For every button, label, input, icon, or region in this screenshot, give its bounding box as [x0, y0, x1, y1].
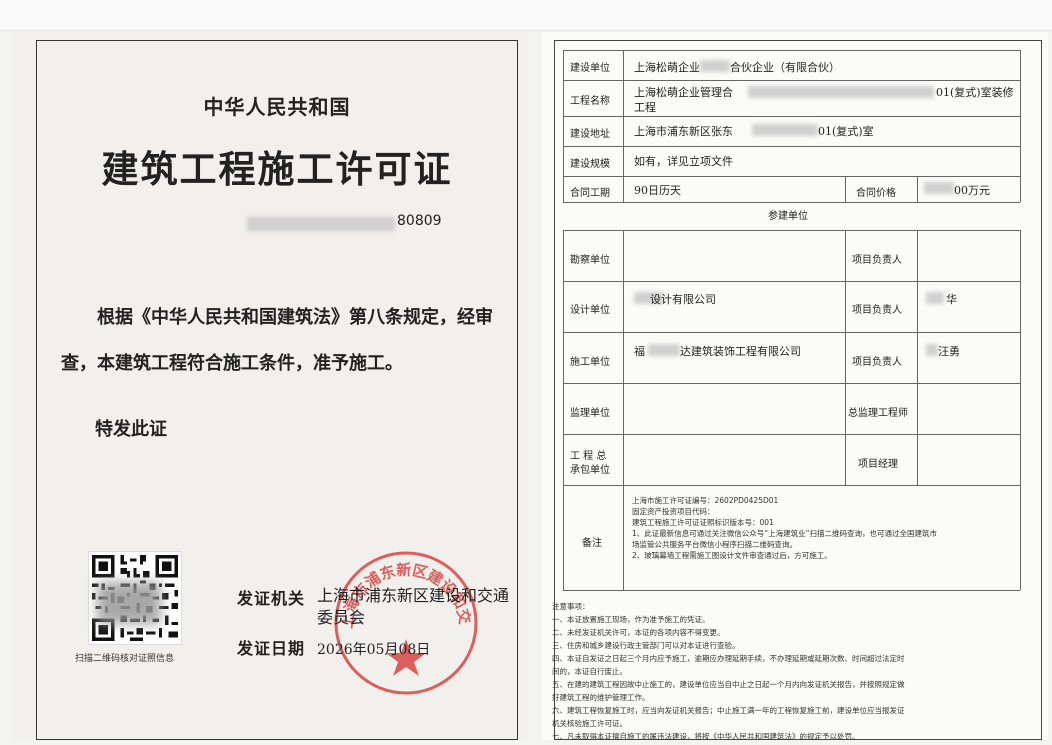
redaction	[924, 182, 954, 194]
build-unit-label: 建设单位	[570, 63, 610, 74]
survey-unit-label: 勘察单位	[570, 255, 610, 266]
project-name-b: 01(复式)室装修	[936, 86, 1014, 99]
notes-line: 间的，本证自行废止。	[552, 667, 627, 676]
issuer-label: 发证机关	[237, 589, 306, 608]
scale-value: 如有，详见立项文件	[634, 155, 733, 168]
survey-resp-label: 项目负责人	[852, 255, 902, 266]
remarks-line: 上海市施工许可证编号：2602PD0425D01	[632, 496, 779, 505]
construct-unit-label: 施工单位	[570, 357, 610, 368]
qr-code[interactable]	[88, 551, 182, 645]
build-unit-value-b: 合伙企业（有限合伙）	[730, 61, 840, 74]
supervise-resp-label: 总监理工程师	[848, 408, 908, 419]
redaction	[648, 344, 680, 356]
notes-line: 三、住房和城乡建设行政主管部门可以对本证进行查验。	[552, 641, 740, 650]
scale-label: 建设规模	[570, 159, 610, 170]
remarks-line: 2、玻璃幕墙工程需施工图设计文件审查通过后，方可施工。	[632, 551, 832, 560]
country-heading: 中华人民共和国	[203, 95, 351, 119]
notes-line: 好建筑工程的维护管理工作。	[552, 693, 650, 702]
redaction	[926, 344, 938, 356]
remarks-line: 1、此证最新信息可通过关注微信公众号“上海建筑业”扫描二维码查询，也可通过全国建…	[632, 529, 938, 538]
price-value: 00万元	[954, 184, 990, 197]
notes-line: 二、未经发证机关许可，本证的各项内容不得变更。	[552, 628, 725, 637]
notes-line: 七、凡未取得本证擅自施工的属违法建设，将按《中华人民共和国建筑法》的规定予以处罚…	[552, 732, 860, 741]
period-label: 合同工期	[570, 188, 610, 199]
design-resp-value: 华	[946, 293, 957, 306]
certificate-front-page: 中华人民共和国 建筑工程施工许可证 80809 根据《中华人民共和国建筑法》第八…	[12, 32, 527, 740]
cert-number-redaction	[247, 217, 395, 231]
design-unit-value: 设计有限公司	[650, 293, 716, 306]
viewer-top-bar	[0, 0, 1052, 31]
construct-resp-value: 汪勇	[938, 345, 960, 358]
cert-number: 80809	[397, 213, 442, 229]
notes-line: 四、本证自发证之日起三个月内应予施工，逾期应办理延期手续，不办理延期或延期次数、…	[552, 654, 905, 663]
remarks-line: 建筑工程施工许可证证照标识版本号：001	[632, 518, 774, 527]
redaction	[700, 60, 730, 72]
supervise-unit-label: 监理单位	[570, 408, 610, 419]
project-name-a: 上海松萌企业管理合	[634, 86, 733, 99]
issue-date-label: 发证日期	[237, 639, 306, 658]
design-resp-label: 项目负责人	[852, 305, 902, 316]
remarks-line: 固定资产投资项目代码：	[632, 507, 715, 516]
remarks-label: 备注	[582, 538, 602, 549]
remarks-line: 场监管公共服务平台微信小程序扫描二维码查询。	[632, 540, 797, 549]
issue-date-value: 2026年05月08日	[317, 642, 431, 658]
price-label: 合同价格	[856, 188, 896, 199]
address-label: 建设地址	[570, 129, 610, 140]
gc-unit-label-line1: 工 程 总	[570, 451, 607, 462]
design-unit-label: 设计单位	[570, 305, 610, 316]
notes-line: 五、在建的建筑工程因故中止施工的，建设单位应当自中止之日起一个月内向发证机关报告…	[552, 680, 905, 689]
notes-line: 六、建筑工程恢复施工时，应当向发证机关报告；中止施工满一年的工程恢复施工前，建设…	[552, 706, 905, 715]
construct-unit-value-a: 福	[634, 345, 645, 358]
issued-specially-text: 特发此证	[95, 419, 167, 440]
certificate-title: 建筑工程施工许可证	[101, 147, 453, 191]
gc-unit-label-line2: 承包单位	[570, 465, 610, 476]
construct-resp-label: 项目负责人	[852, 357, 902, 368]
period-value: 90日历天	[634, 184, 681, 197]
redaction	[748, 86, 934, 98]
address-value-b: 01(复式)室	[818, 125, 874, 138]
address-value-a: 上海市浦东新区张东	[634, 125, 733, 138]
redaction	[926, 292, 944, 304]
notes-line: 机关核验施工许可证。	[552, 719, 627, 728]
certificate-statement: 根据《中华人民共和国建筑法》第八条规定，经审查，本建筑工程符合施工条件，准予施工…	[61, 307, 493, 374]
project-name-c: 工程	[634, 101, 656, 114]
build-unit-value-a: 上海松萌企业	[634, 61, 700, 74]
issuer-value: 上海市浦东新区建设和交通委员会	[317, 586, 510, 627]
qr-caption: 扫描二维码核对证照信息	[75, 654, 175, 664]
certificate-front-frame: 中华人民共和国 建筑工程施工许可证 80809 根据《中华人民共和国建筑法》第八…	[36, 40, 518, 740]
notes-section: 注意事项： 一、本证放置施工现场，作为准予施工的凭证。 二、未经发证机关许可，本…	[552, 600, 1022, 743]
construct-unit-value-b: 达建筑装饰工程有限公司	[680, 345, 801, 358]
participants-header: 参建单位	[768, 211, 808, 222]
redaction	[752, 124, 818, 136]
qr-redaction	[97, 582, 161, 624]
project-name-label: 工程名称	[570, 96, 610, 107]
gc-resp-label: 项目经理	[858, 459, 898, 470]
remarks-content: 上海市施工许可证编号：2602PD0425D01 固定资产投资项目代码： 建筑工…	[632, 495, 1022, 561]
notes-line: 注意事项：	[552, 602, 590, 611]
notes-line: 一、本证放置施工现场，作为准予施工的凭证。	[552, 615, 710, 624]
